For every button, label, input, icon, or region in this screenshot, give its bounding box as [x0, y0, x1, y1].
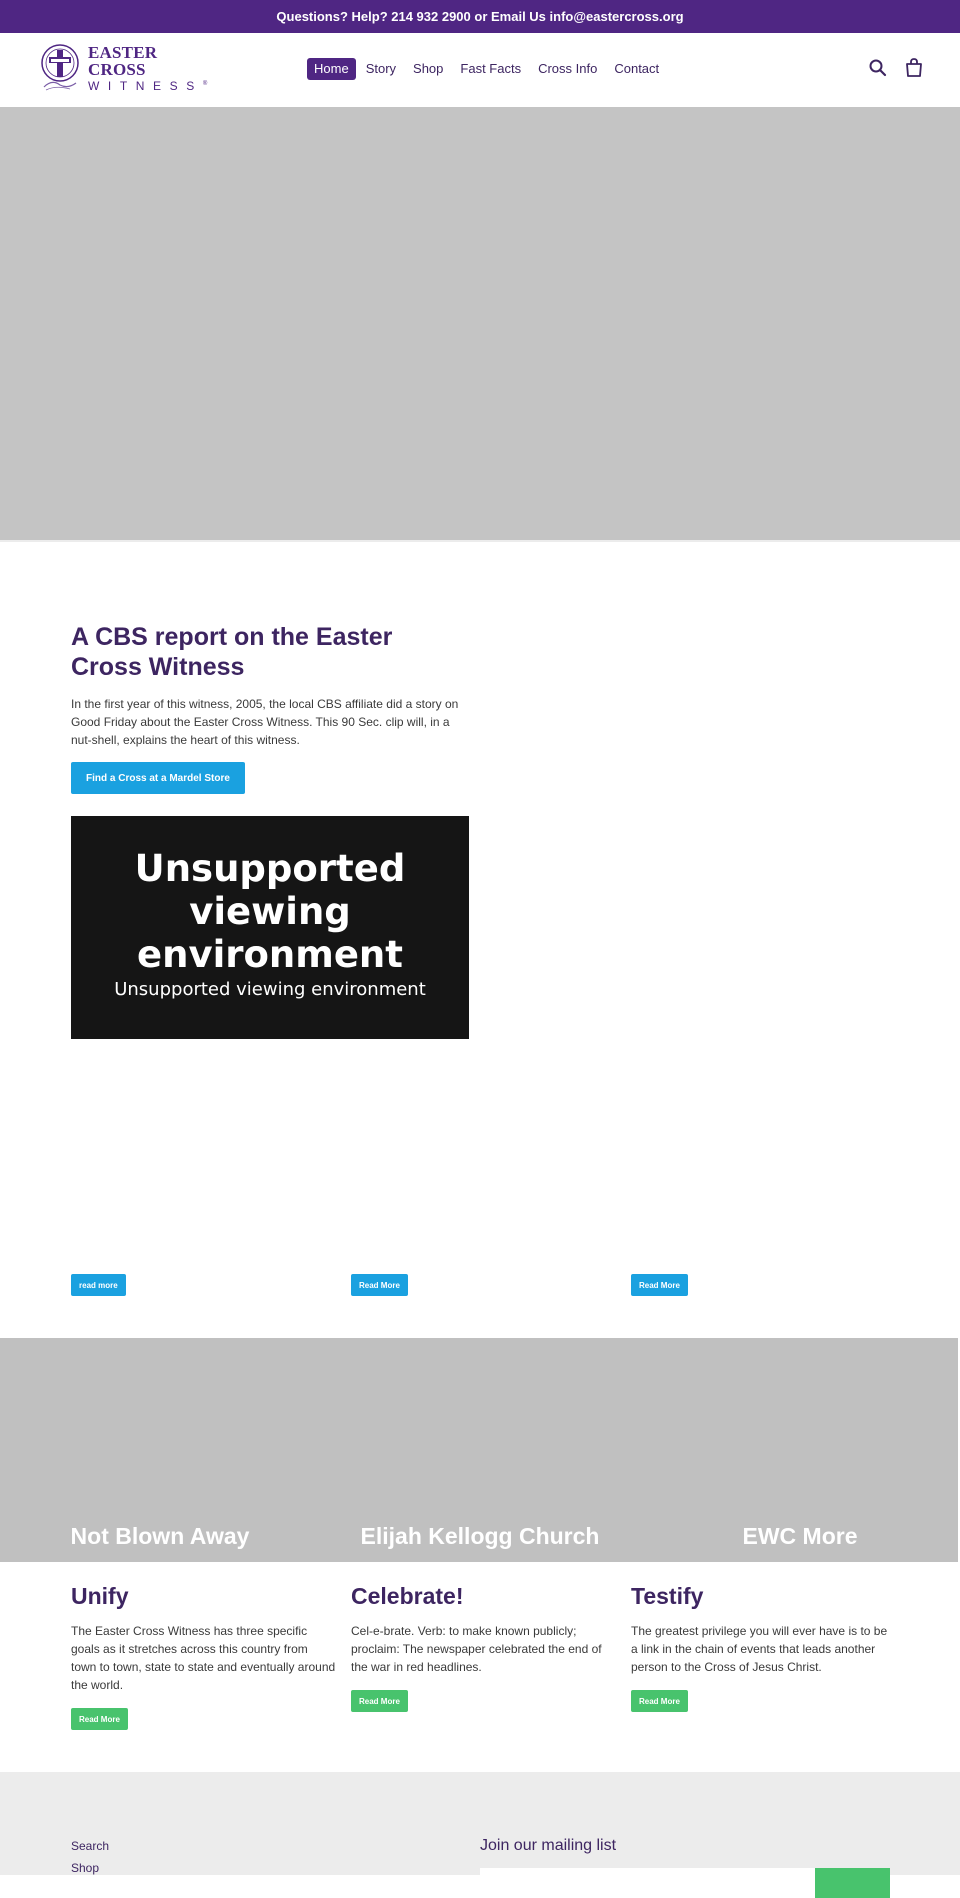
registered-mark: ®: [202, 81, 208, 87]
nav-contact[interactable]: Contact: [607, 58, 666, 80]
feature-text: Cel-e-brate. Verb: to make known publicl…: [351, 1624, 602, 1674]
feature-testify: Testify The greatest privilege you will …: [631, 1581, 896, 1712]
logo-seal-icon: [40, 43, 82, 93]
header-icons: [868, 57, 924, 79]
site-header: EASTER CROSS WITNESS® Home Story Shop Fa…: [0, 33, 960, 107]
read-more-button-1[interactable]: read more: [71, 1274, 126, 1296]
feature-read-more-button[interactable]: Read More: [631, 1690, 688, 1712]
features-section: Unify The Easter Cross Witness has three…: [0, 1562, 960, 1772]
nav-home[interactable]: Home: [307, 58, 356, 80]
logo-line1: EASTER CROSS: [88, 43, 158, 79]
announcement-bar: Questions? Help? 214 932 2900 or Email U…: [0, 0, 960, 33]
announcement-text: Questions? Help? 214 932 2900 or Email U…: [276, 9, 684, 24]
page: Questions? Help? 214 932 2900 or Email U…: [0, 0, 960, 1898]
email-input[interactable]: [480, 1868, 815, 1898]
nav-story[interactable]: Story: [359, 58, 403, 80]
site-footer: Search Shop Join our mailing list: [0, 1772, 960, 1898]
feature-read-more-button[interactable]: Read More: [351, 1690, 408, 1712]
feature-title: Unify: [71, 1583, 129, 1609]
footer-link-shop[interactable]: Shop: [71, 1857, 109, 1879]
footer-links: Search Shop: [71, 1835, 109, 1879]
read-more-button-2[interactable]: Read More: [351, 1274, 408, 1296]
collection-banner: Not Blown Away Elijah Kellogg Church EWC…: [0, 1338, 958, 1562]
cbs-section: A CBS report on the Easter Cross Witness…: [0, 542, 960, 1287]
feature-title: Testify: [631, 1583, 704, 1609]
footer-link-search[interactable]: Search: [71, 1835, 109, 1857]
logo-line2-text: WITNESS: [88, 79, 203, 93]
feature-celebrate: Celebrate! Cel-e-brate. Verb: to make kn…: [351, 1581, 616, 1712]
feature-text: The Easter Cross Witness has three speci…: [71, 1624, 336, 1692]
search-icon[interactable]: [868, 57, 888, 79]
video-error-subtitle: Unsupported viewing environment: [114, 979, 426, 1000]
read-more-button-3[interactable]: Read More: [631, 1274, 688, 1296]
hero-image-placeholder: [0, 107, 960, 542]
mailing-list: Join our mailing list: [480, 1835, 890, 1898]
collection-not-blown-away[interactable]: Not Blown Away: [40, 1523, 280, 1550]
collection-ewc-more[interactable]: EWC More: [690, 1523, 910, 1550]
nav-cross-info[interactable]: Cross Info: [531, 58, 604, 80]
nav-shop[interactable]: Shop: [406, 58, 450, 80]
find-cross-button[interactable]: Find a Cross at a Mardel Store: [71, 762, 245, 794]
cbs-text: In the first year of this witness, 2005,…: [71, 697, 459, 747]
feature-text: The greatest privilege you will ever hav…: [631, 1624, 888, 1674]
mailing-list-title: Join our mailing list: [480, 1837, 617, 1854]
cbs-title: A CBS report on the Easter Cross Witness: [71, 623, 393, 681]
logo-line2: WITNESS®: [88, 80, 208, 92]
feature-title: Celebrate!: [351, 1583, 464, 1609]
feature-unify: Unify The Easter Cross Witness has three…: [71, 1581, 336, 1730]
mailing-list-form: [480, 1868, 890, 1898]
video-error-title: Unsupported viewing environment: [134, 847, 406, 976]
cbs-content: A CBS report on the Easter Cross Witness…: [71, 622, 469, 1039]
feature-read-more-button[interactable]: Read More: [71, 1708, 128, 1730]
logo-link[interactable]: EASTER CROSS WITNESS®: [40, 42, 208, 94]
cart-icon[interactable]: [904, 57, 924, 79]
logo-text: EASTER CROSS WITNESS®: [88, 44, 208, 92]
main-nav: Home Story Shop Fast Facts Cross Info Co…: [307, 58, 669, 80]
nav-fast-facts[interactable]: Fast Facts: [453, 58, 528, 80]
video-player[interactable]: Unsupported viewing environment Unsuppor…: [71, 816, 469, 1039]
subscribe-button[interactable]: [815, 1868, 890, 1898]
collection-elijah-kellogg-church[interactable]: Elijah Kellogg Church: [340, 1523, 620, 1550]
